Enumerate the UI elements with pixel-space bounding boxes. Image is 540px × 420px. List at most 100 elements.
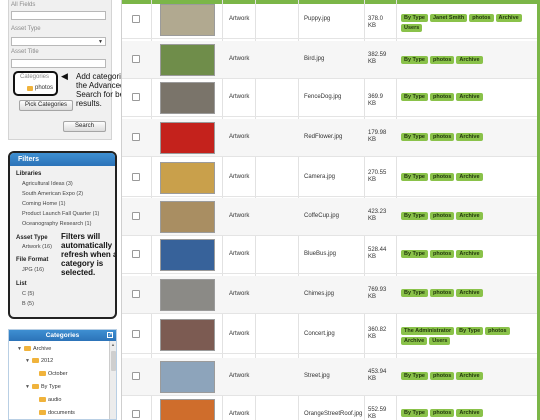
row-checkbox[interactable] bbox=[132, 173, 140, 181]
row-checkbox[interactable] bbox=[132, 55, 140, 63]
category-tag[interactable]: Archive bbox=[456, 289, 483, 297]
tree-node-archive[interactable]: ▼ Archive bbox=[17, 344, 51, 353]
row-checkbox[interactable] bbox=[132, 330, 140, 338]
row-checkbox[interactable] bbox=[132, 372, 140, 380]
pick-categories-button[interactable]: Pick Categories bbox=[19, 100, 73, 111]
category-tag[interactable]: Janet Smith bbox=[430, 14, 468, 22]
category-tag[interactable]: By Type bbox=[401, 212, 428, 220]
category-tag[interactable]: photos bbox=[469, 14, 494, 22]
list-filter-item[interactable]: C (5) bbox=[22, 291, 34, 297]
asset-thumbnail[interactable] bbox=[160, 44, 215, 76]
category-tag[interactable]: photos bbox=[430, 93, 455, 101]
category-tag[interactable]: Archive bbox=[456, 409, 483, 417]
library-filter-item[interactable]: South American Expo (2) bbox=[22, 191, 83, 197]
tree-node-documents[interactable]: documents bbox=[39, 408, 75, 417]
table-row[interactable]: Artwork Chimes.jpg 769.93 KB By Type photos A… bbox=[122, 276, 540, 314]
file-format-filter-item[interactable]: JPG (16) bbox=[22, 267, 44, 273]
asset-thumbnail[interactable] bbox=[160, 399, 215, 420]
expand-arrow-icon[interactable]: ▼ bbox=[25, 384, 30, 390]
category-tag[interactable]: By Type bbox=[401, 250, 428, 258]
asset-type-select[interactable]: ▼ bbox=[11, 37, 106, 46]
category-tag[interactable]: Archive bbox=[456, 133, 483, 141]
tree-node-2012[interactable]: ▼ 2012 bbox=[25, 356, 53, 365]
row-checkbox[interactable] bbox=[132, 250, 140, 258]
table-row[interactable]: Artwork Puppy.jpg 378.0 KB By Type Janet Smi… bbox=[122, 1, 540, 39]
table-row[interactable]: Artwork RedFlower.jpg 179.98 KB By Type phot… bbox=[122, 119, 540, 157]
row-checkbox[interactable] bbox=[132, 410, 140, 418]
table-row[interactable]: Artwork Bird.jpg 382.59 KB By Type photos Arc… bbox=[122, 41, 540, 79]
row-checkbox[interactable] bbox=[132, 133, 140, 141]
scroll-up-icon[interactable]: ▲ bbox=[111, 342, 115, 347]
asset-thumbnail[interactable] bbox=[160, 239, 215, 271]
expand-arrow-icon[interactable]: ▼ bbox=[25, 358, 30, 364]
tree-node-audio[interactable]: audio bbox=[39, 395, 61, 404]
category-tag[interactable]: Archive bbox=[456, 212, 483, 220]
search-button[interactable]: Search bbox=[63, 121, 106, 132]
category-tag[interactable]: The Administrator bbox=[401, 327, 455, 335]
asset-type-filter-item[interactable]: Artwork (16) bbox=[22, 244, 52, 250]
category-tag[interactable]: Users bbox=[401, 24, 423, 32]
category-chip[interactable]: photos bbox=[35, 85, 53, 91]
library-filter-item[interactable]: Oceanography Research (1) bbox=[22, 221, 91, 227]
asset-title-input[interactable] bbox=[11, 59, 106, 68]
row-checkbox[interactable] bbox=[132, 212, 140, 220]
table-row[interactable]: Artwork Street.jpg 453.94 KB By Type photos A… bbox=[122, 358, 540, 396]
category-tag[interactable]: By Type bbox=[456, 327, 484, 335]
category-tag[interactable]: photos bbox=[430, 372, 455, 380]
category-tag[interactable]: Archive bbox=[456, 372, 483, 380]
table-row[interactable]: Artwork Camera.jpg 270.55 KB By Type photos A… bbox=[122, 159, 540, 197]
scroll-thumb[interactable] bbox=[111, 351, 116, 371]
expand-icon[interactable]: ↗ bbox=[107, 332, 113, 338]
category-tag[interactable]: photos bbox=[430, 289, 455, 297]
category-tag[interactable]: photos bbox=[430, 56, 455, 64]
category-tag[interactable]: Archive bbox=[456, 250, 483, 258]
category-tag[interactable]: By Type bbox=[401, 289, 428, 297]
table-row[interactable]: Artwork Concert.jpg 360.82 KB The Administr… bbox=[122, 316, 540, 354]
category-tag[interactable]: By Type bbox=[401, 14, 428, 22]
expand-arrow-icon[interactable]: ▼ bbox=[17, 346, 22, 352]
asset-thumbnail[interactable] bbox=[160, 201, 215, 233]
categories-field[interactable]: Categories photos bbox=[13, 71, 58, 96]
asset-thumbnail[interactable] bbox=[160, 319, 215, 351]
asset-thumbnail[interactable] bbox=[160, 162, 215, 194]
category-tag[interactable]: Archive bbox=[456, 93, 483, 101]
category-tag[interactable]: photos bbox=[430, 250, 455, 258]
category-tag[interactable]: By Type bbox=[401, 93, 428, 101]
category-tag[interactable]: By Type bbox=[401, 56, 428, 64]
tree-node-october[interactable]: October bbox=[39, 369, 68, 378]
library-filter-item[interactable]: Agricultural Ideas (3) bbox=[22, 181, 73, 187]
category-tag[interactable]: photos bbox=[430, 409, 455, 417]
asset-thumbnail[interactable] bbox=[160, 122, 215, 154]
category-tag[interactable]: By Type bbox=[401, 133, 428, 141]
category-tag[interactable]: photos bbox=[430, 173, 455, 181]
table-row[interactable]: Artwork BlueBus.jpg 528.44 KB By Type photos… bbox=[122, 236, 540, 274]
table-row[interactable]: Artwork CoffeCup.jpg 423.23 KB By Type photo… bbox=[122, 198, 540, 236]
table-row[interactable]: Artwork FenceDog.jpg 369.9 KB By Type photos… bbox=[122, 79, 540, 117]
asset-thumbnail[interactable] bbox=[160, 4, 215, 36]
category-tag[interactable]: Archive bbox=[401, 337, 428, 345]
category-tag[interactable]: Archive bbox=[456, 173, 483, 181]
tree-scrollbar[interactable]: ▲ bbox=[109, 341, 116, 419]
asset-thumbnail[interactable] bbox=[160, 82, 215, 114]
category-tag[interactable]: By Type bbox=[401, 173, 428, 181]
category-tag[interactable]: Archive bbox=[456, 56, 483, 64]
table-row[interactable]: Artwork OrangeStreetRoof.jpg 552.59 KB By T… bbox=[122, 396, 540, 420]
row-checkbox[interactable] bbox=[132, 15, 140, 23]
row-checkbox[interactable] bbox=[132, 93, 140, 101]
category-tag[interactable]: photos bbox=[430, 133, 455, 141]
category-tag[interactable]: Archive bbox=[495, 14, 522, 22]
tree-node-by-type[interactable]: ▼ By Type bbox=[25, 382, 61, 391]
category-tag[interactable]: Users bbox=[429, 337, 451, 345]
list-filter-item[interactable]: B (5) bbox=[22, 301, 34, 307]
category-tag[interactable]: By Type bbox=[401, 372, 428, 380]
category-tag[interactable]: photos bbox=[485, 327, 510, 335]
asset-thumbnail[interactable] bbox=[160, 279, 215, 311]
category-tag[interactable]: photos bbox=[430, 212, 455, 220]
asset-thumbnail[interactable] bbox=[160, 361, 215, 393]
row-checkbox[interactable] bbox=[132, 290, 140, 298]
category-tag[interactable]: By Type bbox=[401, 409, 428, 417]
library-filter-item[interactable]: Product Launch Fall Quarter (1) bbox=[22, 211, 99, 217]
all-fields-input[interactable] bbox=[11, 11, 106, 20]
asset-category-tags: By Type photos Archive bbox=[401, 250, 536, 258]
library-filter-item[interactable]: Coming Home (1) bbox=[22, 201, 65, 207]
